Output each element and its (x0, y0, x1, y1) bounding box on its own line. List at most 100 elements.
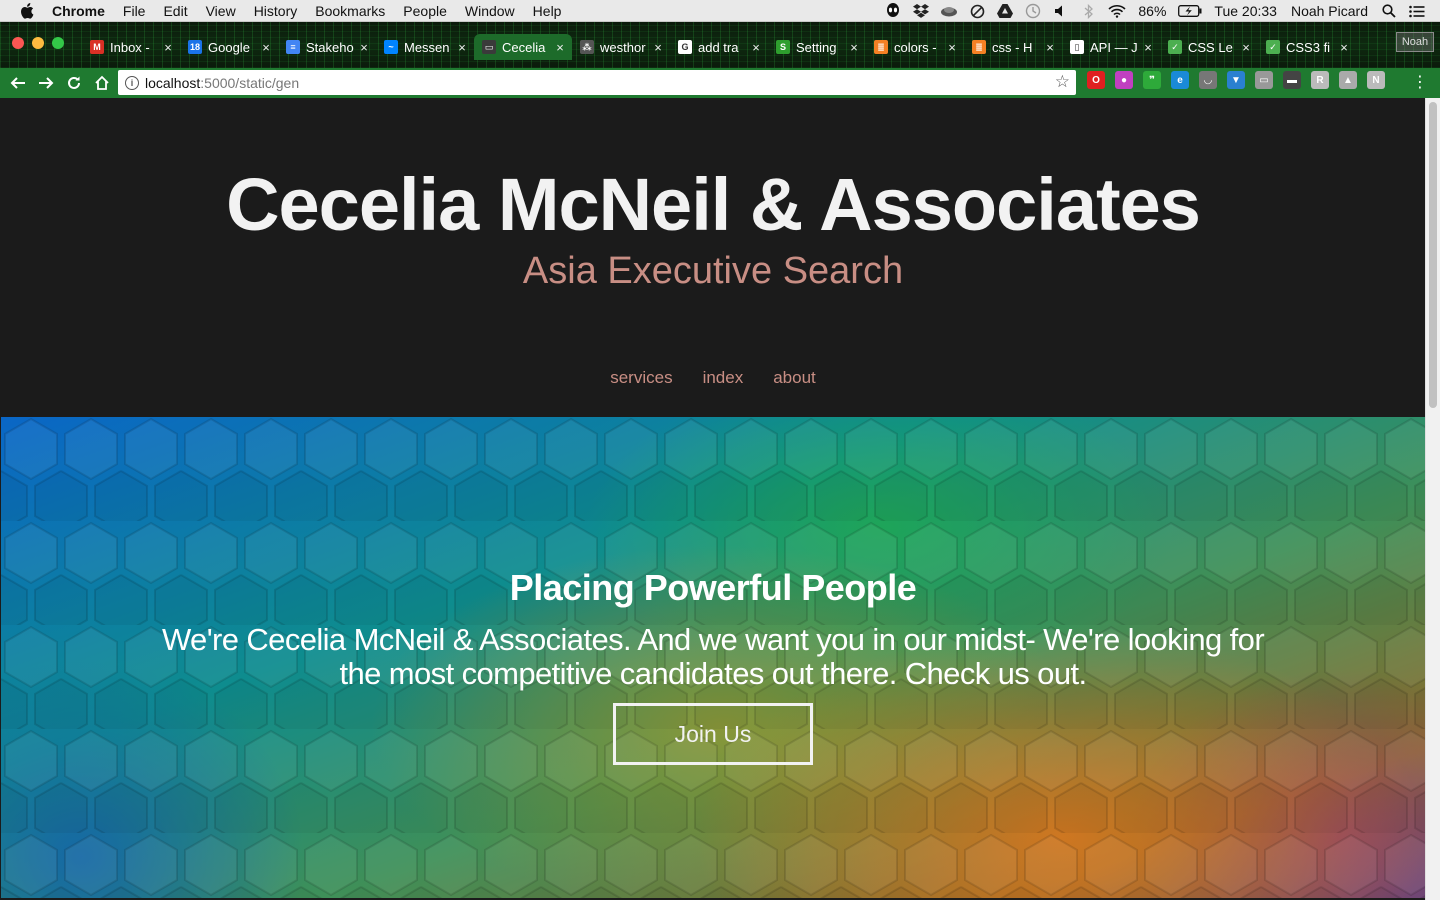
toggle-icon[interactable]: ▭ (1255, 71, 1273, 89)
tab-2[interactable]: ≡ Stakeho × (278, 34, 376, 60)
tab-10[interactable]: ▯ API — J × (1062, 34, 1160, 60)
tab-8[interactable]: ≣ colors - × (866, 34, 964, 60)
menu-view[interactable]: View (197, 0, 245, 22)
tab-close-icon[interactable]: × (358, 40, 370, 55)
tab-close-icon[interactable]: × (162, 40, 174, 55)
user-name[interactable]: Noah Picard (1291, 3, 1368, 19)
r-icon[interactable]: R (1311, 71, 1329, 89)
edge-icon[interactable]: e (1171, 71, 1189, 89)
tab-9[interactable]: ≣ css - H × (964, 34, 1062, 60)
home-icon[interactable] (88, 71, 116, 95)
opera-icon[interactable]: O (1087, 71, 1105, 89)
address-bar[interactable]: i localhost:5000/static/gen ☆ (118, 70, 1076, 95)
tab-title: westhor (600, 39, 646, 55)
screen-icon[interactable]: ▬ (1283, 71, 1301, 89)
tab-11[interactable]: ✓ CSS Le × (1160, 34, 1258, 60)
tab-6[interactable]: Gadd tra × (670, 34, 768, 60)
time-machine-icon[interactable] (1024, 3, 1042, 19)
tab-close-icon[interactable]: × (848, 40, 860, 55)
calendar-icon: 18 (188, 40, 202, 54)
tab-1[interactable]: 18 Google × (180, 34, 278, 60)
tab-3[interactable]: ~ Messen × (376, 34, 474, 60)
join-us-button[interactable]: Join Us (613, 703, 813, 765)
tab-close-icon[interactable]: × (456, 40, 468, 55)
battery-percent: 86% (1138, 3, 1167, 19)
stackoverflow-icon: ≣ (874, 40, 888, 54)
tab-title: API — J (1090, 39, 1138, 55)
tab-close-icon[interactable]: × (652, 40, 664, 55)
tab-5[interactable]: ⁂ westhor × (572, 34, 670, 60)
profile-button[interactable]: Noah (1396, 32, 1434, 52)
macos-menu-bar: Chrome File Edit View History Bookmarks … (0, 0, 1440, 22)
tab-close-icon[interactable]: × (946, 40, 958, 55)
tab-0[interactable]: M Inbox - × (82, 34, 180, 60)
shield-icon[interactable]: ▼ (1227, 71, 1245, 89)
menu-window[interactable]: Window (456, 0, 524, 22)
google-drive-icon[interactable] (996, 3, 1014, 19)
wifi-icon[interactable] (1108, 3, 1126, 19)
blocked-icon[interactable] (968, 3, 986, 19)
tab-7[interactable]: S Setting × (768, 34, 866, 60)
n-icon[interactable]: N (1367, 71, 1385, 89)
site-nav: services index about (1, 368, 1425, 388)
volume-icon[interactable] (1052, 3, 1070, 19)
tab-title: CSS Le (1188, 39, 1233, 55)
chart-app-icon: ✓ (1266, 40, 1280, 54)
apple-icon[interactable] (18, 2, 36, 20)
tab-close-icon[interactable]: × (1240, 40, 1252, 55)
scrollbar-thumb[interactable] (1429, 102, 1437, 408)
menu-edit[interactable]: Edit (154, 0, 196, 22)
tab-close-icon[interactable]: × (750, 40, 762, 55)
tab-title: Stakeho (306, 39, 354, 55)
close-window-button[interactable] (12, 37, 24, 49)
pocket-icon[interactable]: ◡ (1199, 71, 1217, 89)
url-host: localhost (145, 74, 201, 91)
page-scrollbar[interactable] (1425, 98, 1440, 900)
tab-title: css - H (992, 39, 1033, 55)
site-info-icon[interactable]: i (125, 75, 139, 90)
tab-close-icon[interactable]: × (554, 40, 566, 55)
menu-app-chrome[interactable]: Chrome (48, 0, 114, 22)
settings-app-icon: S (776, 40, 790, 54)
maximize-window-button[interactable] (52, 37, 64, 49)
bookmark-star-icon[interactable]: ☆ (1055, 72, 1070, 92)
battery-charging-icon[interactable] (1178, 3, 1202, 19)
dropbox-icon[interactable] (912, 3, 930, 19)
alien-icon[interactable] (884, 3, 902, 19)
nav-link-index[interactable]: index (703, 368, 744, 388)
tab-close-icon[interactable]: × (1044, 40, 1056, 55)
spotlight-search-icon[interactable] (1380, 3, 1398, 19)
gmail-icon: M (90, 40, 104, 54)
minimize-window-button[interactable] (32, 37, 44, 49)
tab-close-icon[interactable]: × (1338, 40, 1350, 55)
menu-people[interactable]: People (394, 0, 456, 22)
forward-arrow-icon[interactable] (32, 71, 60, 95)
cloud-app-icon[interactable] (940, 3, 958, 19)
drive-icon[interactable]: ▲ (1339, 71, 1357, 89)
reload-icon[interactable] (60, 71, 88, 95)
nav-link-about[interactable]: about (773, 368, 816, 388)
tab-title: add tra (698, 39, 739, 55)
tab-12[interactable]: ✓ CSS3 fi × (1258, 34, 1356, 60)
notification-center-icon[interactable] (1408, 3, 1426, 19)
tab-title: Cecelia (502, 39, 546, 55)
site-subtitle: Asia Executive Search (522, 250, 904, 292)
menu-file[interactable]: File (114, 0, 155, 22)
tab-close-icon[interactable]: × (260, 40, 272, 55)
menu-help[interactable]: Help (524, 0, 571, 22)
tab-4[interactable]: ▭ Cecelia × (474, 34, 572, 60)
back-arrow-icon[interactable] (4, 71, 32, 95)
tab-title: Inbox - (110, 39, 150, 55)
extension-icons: O ● ❞ e ◡ ▼ ▭ ▬ R ▲ N (1082, 71, 1390, 89)
nav-link-services[interactable]: services (610, 368, 672, 388)
clock[interactable]: Tue 20:33 (1214, 3, 1277, 19)
tab-title: colors - (894, 39, 937, 55)
bluetooth-icon[interactable] (1080, 3, 1098, 19)
quote-icon[interactable]: ❞ (1143, 71, 1161, 89)
tab-title: Messen (404, 39, 450, 55)
chrome-menu-icon[interactable]: ⋮ (1412, 72, 1428, 92)
tab-close-icon[interactable]: × (1142, 40, 1154, 55)
menu-history[interactable]: History (245, 0, 307, 22)
menu-bookmarks[interactable]: Bookmarks (306, 0, 394, 22)
color-wheel-icon[interactable]: ● (1115, 71, 1133, 89)
